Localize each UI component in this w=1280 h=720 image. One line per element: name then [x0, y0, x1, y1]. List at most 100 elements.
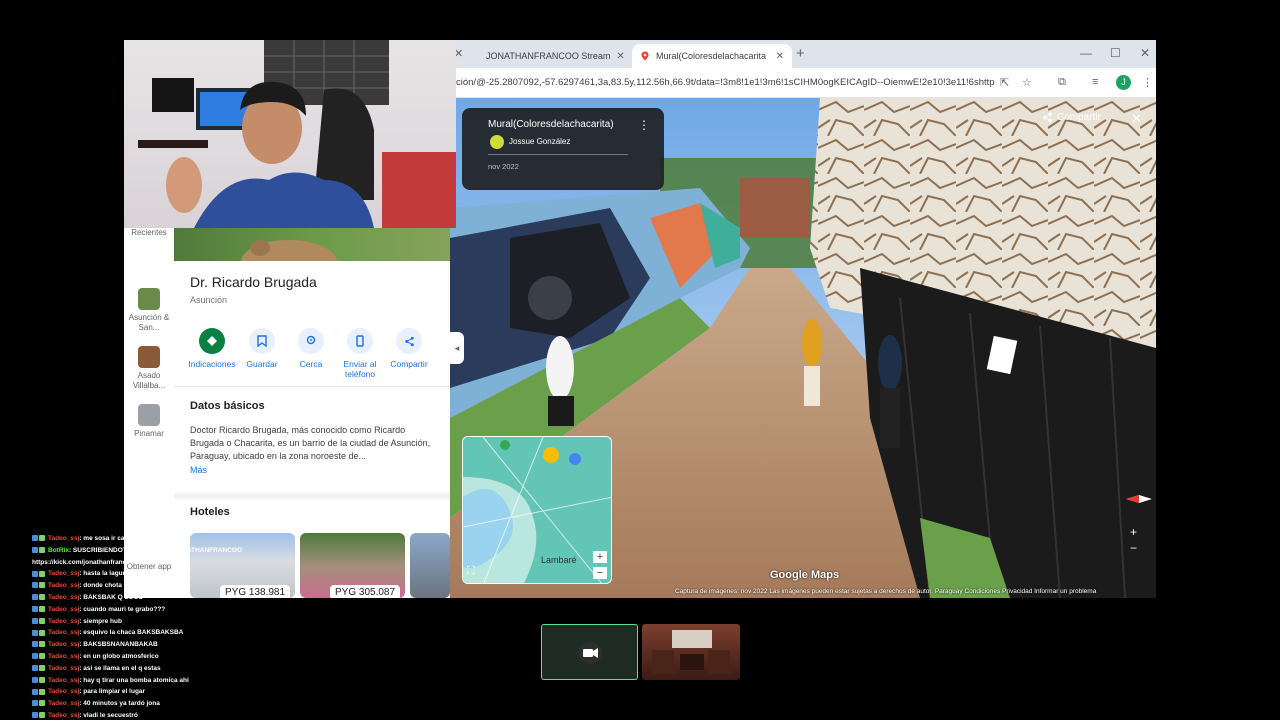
recent-label: Pinamar — [134, 429, 164, 438]
badge-icon — [32, 547, 38, 554]
recent-item-asado[interactable]: Asado Villalba... — [124, 346, 174, 391]
street-view-panorama[interactable]: Mural(Coloresdelachacarita) ⋮ Jossue Gon… — [450, 98, 1156, 598]
chat-message: Tadeo_ssj: esquivo la chaca BAKSBAKSBA — [32, 627, 292, 639]
chat-text: : esquivo la chaca BAKSBAKSBA — [79, 629, 184, 637]
share-place-label: Compartir — [390, 359, 428, 369]
badge-icon — [32, 582, 38, 589]
zoom-out-icon[interactable]: − — [1130, 540, 1137, 556]
directions-button[interactable]: Indicaciones — [186, 328, 238, 369]
share-label: Compartir — [1057, 112, 1101, 123]
new-tab-button[interactable]: + — [796, 45, 805, 62]
datos-basicos-text: Doctor Ricardo Brugada, más conocido com… — [190, 425, 431, 461]
chat-text: : cuando mauri te grabo??? — [79, 605, 166, 613]
bookmark-icon — [249, 328, 275, 354]
minimap-image — [463, 437, 611, 583]
badge-icon — [39, 617, 45, 624]
room-camera-tile[interactable] — [642, 624, 740, 680]
url-input[interactable]: ción/@-25.2807092,-57.6297461,3a,83.5y,1… — [456, 77, 996, 88]
chat-message: Tadeo_ssj: hay q tirar una bomba atomica… — [32, 675, 292, 687]
chat-user: Tadeo_ssj — [48, 688, 80, 696]
streetview-title[interactable]: Mural(Coloresdelachacarita) — [488, 119, 614, 130]
media-icon[interactable]: ≡ — [1092, 76, 1098, 88]
chat-text: https://kick.com/jonathanfrancoo/subscri… — [32, 558, 167, 566]
send-to-phone-button[interactable]: Enviar al teléfono — [334, 328, 386, 379]
hotel-card[interactable] — [410, 533, 450, 598]
more-options-icon[interactable]: ⋮ — [638, 118, 650, 132]
recent-item-pinamar[interactable]: Pinamar — [124, 404, 174, 439]
chat-user: Tadeo_ssj — [48, 593, 80, 601]
minimap-zoom-in-icon[interactable]: + — [593, 551, 607, 563]
recent-label: Asado Villalba... — [132, 371, 166, 390]
chat-message: Tadeo_ssj: donde chota es esto — [32, 580, 292, 592]
badge-icon — [32, 535, 38, 542]
badge-icon — [32, 606, 38, 613]
share-place-button[interactable]: Compartir — [383, 328, 435, 369]
maximize-icon[interactable]: ☐ — [1110, 46, 1121, 60]
menu-icon[interactable]: ⋮ — [1142, 76, 1153, 89]
chat-user: Tadeo_ssj — [48, 629, 80, 637]
chat-text: : me sosa ir caminado — [79, 535, 148, 542]
badge-icon — [39, 570, 45, 577]
badge-icon — [39, 547, 45, 554]
minimap[interactable]: Lambaré + − ⛶ — [462, 436, 612, 584]
install-icon[interactable]: ⇱ — [1000, 76, 1009, 89]
badge-icon — [39, 606, 45, 613]
tab-maps-mural[interactable]: Mural(Coloresdelachacarita) - G ✕ — [632, 44, 792, 68]
save-label: Guardar — [246, 359, 278, 369]
window-close-icon[interactable]: ✕ — [1140, 46, 1150, 60]
collapse-panel-button[interactable]: ◂ — [450, 332, 464, 364]
zoom-controls: + − — [1130, 524, 1137, 556]
share-button[interactable]: Compartir — [1042, 112, 1101, 123]
zoom-in-icon[interactable]: + — [1130, 524, 1137, 540]
video-camera-icon — [578, 642, 602, 664]
hotel-price: PYG 305.087 — [330, 585, 401, 598]
chat-user: Tadeo_ssj — [48, 535, 80, 542]
recent-thumbnail — [138, 346, 160, 368]
chat-user: BotRix — [48, 546, 69, 554]
recents-header[interactable]: Recientes — [124, 228, 174, 238]
streetview-author[interactable]: Jossue González — [509, 137, 570, 146]
compass-icon[interactable] — [1126, 492, 1152, 506]
badge-icon — [39, 582, 45, 589]
chat-text: : hay q tirar una bomba atomica ahi — [79, 676, 189, 684]
tab-kick-stream[interactable]: JONATHANFRANCOO Stream ✕ — [472, 44, 628, 68]
directions-icon — [199, 328, 225, 354]
chat-text: : hasta la laguna — [79, 570, 131, 578]
camera-tile[interactable] — [541, 624, 638, 680]
expand-map-icon[interactable]: ⛶ — [467, 565, 475, 578]
save-button[interactable]: Guardar — [236, 328, 288, 369]
chat-text: : SUSCRIBIENDOTE A KICK.COM/JONATHANFRAN… — [68, 546, 243, 554]
badge-icon — [39, 653, 45, 660]
author-avatar[interactable] — [490, 135, 504, 149]
webcam-feed-image — [138, 40, 456, 228]
recent-item-asuncion[interactable]: Asunción & San... — [124, 288, 174, 333]
close-streetview-icon[interactable]: ✕ — [1131, 111, 1142, 127]
place-title: Dr. Ricardo Brugada — [190, 274, 317, 290]
minimize-icon[interactable]: — — [1080, 46, 1092, 60]
more-link[interactable]: Más — [190, 465, 207, 475]
chat-user: Tadeo_ssj — [48, 664, 80, 672]
recent-label: Asunción & San... — [128, 313, 170, 332]
profile-avatar[interactable]: J — [1116, 75, 1131, 90]
chat-user: Tadeo_ssj — [48, 676, 80, 684]
badge-icon — [32, 629, 38, 636]
minimap-zoom-out-icon[interactable]: − — [593, 567, 607, 579]
tab-close-icon[interactable]: ✕ — [616, 51, 624, 62]
badge-icon — [32, 641, 38, 648]
tab-close-icon[interactable]: ✕ — [776, 51, 784, 62]
extensions-icon[interactable]: ⧉ — [1058, 76, 1066, 89]
chat-text: : BAKSBSNANANBAKAB — [79, 641, 158, 649]
minimap-label: Lambaré — [541, 555, 577, 565]
bookmark-star-icon[interactable]: ☆ — [1022, 76, 1032, 89]
share-icon — [396, 328, 422, 354]
nearby-button[interactable]: Cerca — [285, 328, 337, 369]
chat-message: Tadeo_ssj: BAKSBAK Q LOCO — [32, 592, 292, 604]
place-hero-image[interactable] — [174, 228, 450, 261]
badge-icon — [32, 617, 38, 624]
chat-message: Tadeo_ssj: hasta la laguna — [32, 568, 292, 580]
tab-title: JONATHANFRANCOO Stream — [486, 51, 611, 61]
chat-message: Tadeo_ssj: me sosa ir caminado — [32, 533, 292, 545]
badge-icon — [39, 535, 45, 542]
hotel-card[interactable]: PYG 305.087 — [300, 533, 405, 598]
chat-user: Tadeo_ssj — [48, 641, 80, 649]
